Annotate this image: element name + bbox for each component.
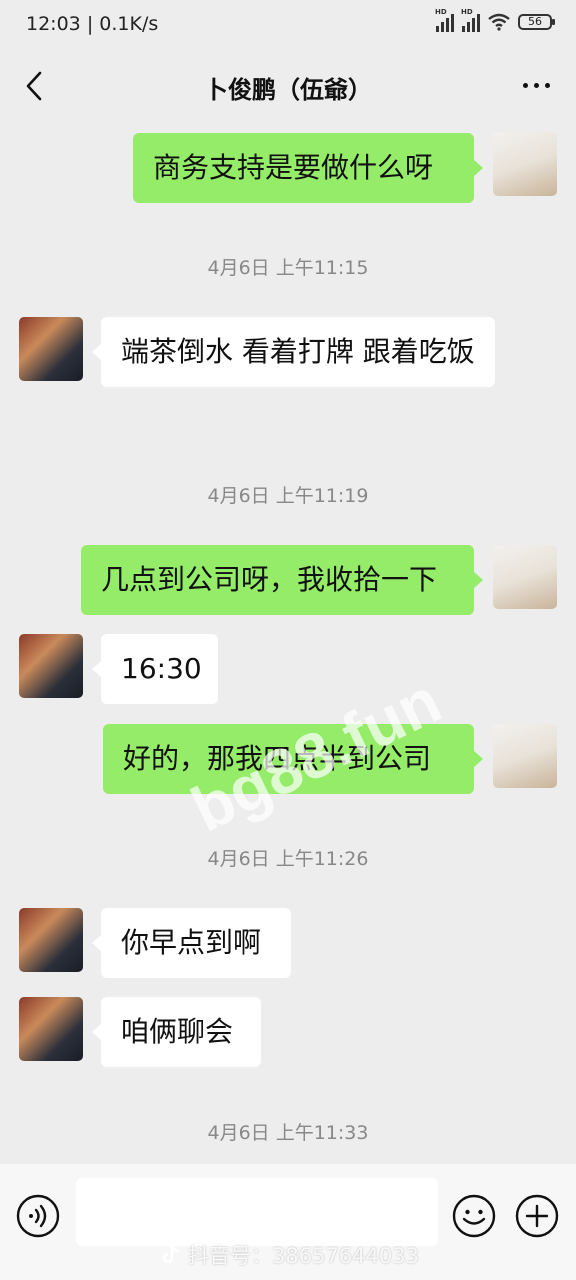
message-bubble-sent[interactable]: 商务支持是要做什么呀 [133,133,483,203]
timestamp: 4月6日 上午11:15 [207,257,369,279]
wifi-icon [488,13,510,31]
battery-level: 56 [528,15,542,28]
timestamp: 4月6日 上午11:26 [207,848,369,870]
message-bubble-received[interactable]: 端茶倒水 看着打牌 跟着吃饭 [92,317,495,387]
tiktok-logo-icon [162,1245,180,1264]
emoji-icon[interactable] [452,1194,496,1238]
voice-icon[interactable] [16,1194,60,1238]
timestamp: 4月6日 上午11:33 [207,1122,369,1144]
avatar-contact[interactable] [19,997,83,1061]
avatar-contact[interactable] [19,317,83,381]
avatar-self[interactable] [493,545,557,609]
avatar-contact[interactable] [19,908,83,972]
plus-icon[interactable] [515,1194,559,1238]
message-row: 16:30 [0,634,576,706]
signal-icon-2: HD [461,8,480,32]
message-bubble-received[interactable]: 咱俩聊会 [92,997,261,1067]
message-input[interactable] [76,1178,438,1246]
tiktok-watermark: 抖音号：38657644033 [160,1240,419,1270]
message-row: 咱俩聊会 [0,997,576,1069]
status-bar: 12:03 | 0.1K/s HD HD 56 [0,0,576,50]
more-dots-icon[interactable] [523,83,550,88]
message-row: 端茶倒水 看着打牌 跟着吃饭 [0,317,576,435]
message-row: 几点到公司呀，我收拾一下 [0,545,576,617]
chat-title: 卜俊鹏（伍爺） [204,76,372,104]
message-bubble-received[interactable]: 16:30 [92,634,218,704]
avatar-contact[interactable] [19,634,83,698]
avatar-self[interactable] [493,132,557,196]
status-time: 12:03 [26,13,81,35]
message-bubble-sent[interactable]: 几点到公司呀，我收拾一下 [81,545,483,615]
timestamp: 4月6日 上午11:19 [207,485,369,507]
message-row: 你早点到啊 [0,908,576,980]
chat-area[interactable]: 商务支持是要做什么呀 4月6日 上午11:15 端茶倒水 看着打牌 跟着吃饭 4… [0,124,576,1164]
signal-icon: HD [435,8,454,32]
battery-icon: 56 [518,14,555,30]
avatar-self[interactable] [493,724,557,788]
nav-bar: 卜俊鹏（伍爺） [0,50,576,124]
message-row: 商务支持是要做什么呀 [0,132,576,204]
tiktok-id-text: 抖音号：38657644033 [188,1244,419,1268]
message-bubble-received[interactable]: 你早点到啊 [92,908,291,978]
network-speed: 0.1K/s [99,13,159,35]
